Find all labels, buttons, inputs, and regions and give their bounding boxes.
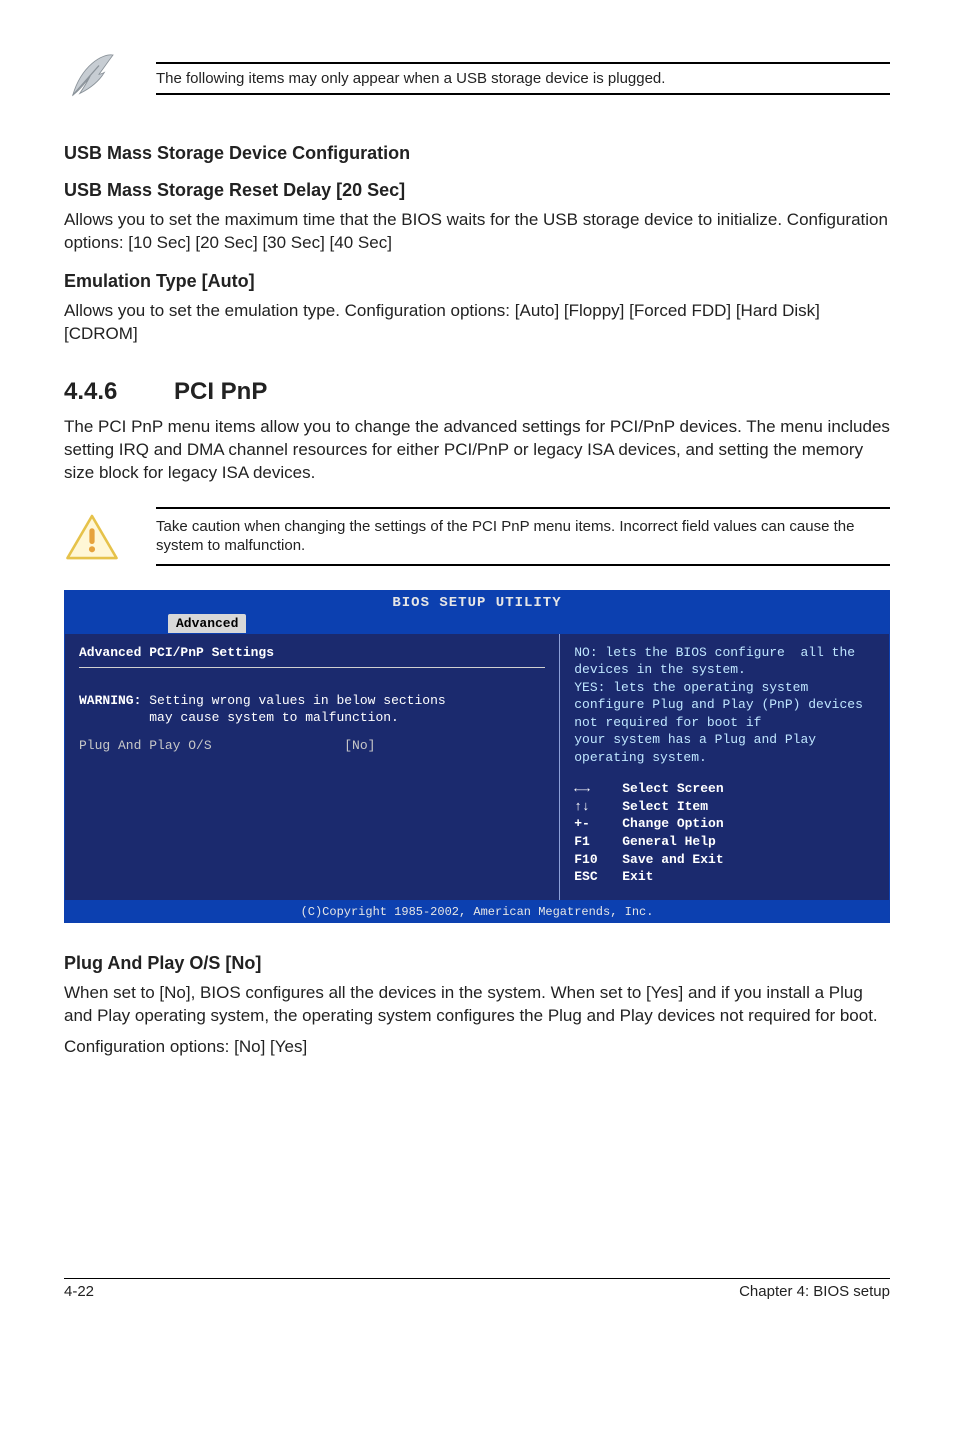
key-label: Change Option bbox=[622, 815, 723, 833]
bios-key-legend: ←→Select Screen ↑↓Select Item +-Change O… bbox=[574, 780, 875, 885]
usb-config-heading: USB Mass Storage Device Configuration bbox=[64, 143, 890, 164]
key-sym: ESC bbox=[574, 868, 622, 886]
key-sym: ↑↓ bbox=[574, 798, 622, 816]
bios-panel: BIOS SETUP UTILITY Advanced Advanced PCI… bbox=[64, 590, 890, 923]
note-block: The following items may only appear when… bbox=[64, 48, 890, 109]
bios-footer: (C)Copyright 1985-2002, American Megatre… bbox=[64, 901, 890, 923]
key-sym: ←→ bbox=[574, 780, 622, 798]
bios-warning-label: WARNING: bbox=[79, 693, 141, 708]
plugplay-heading: Plug And Play O/S [No] bbox=[64, 953, 890, 974]
note-text: The following items may only appear when… bbox=[156, 70, 890, 87]
bios-warning-line1: Setting wrong values in below sections bbox=[149, 693, 445, 708]
bios-main-pane: Advanced PCI/PnP Settings WARNING: Setti… bbox=[65, 634, 559, 900]
key-sym: F1 bbox=[574, 833, 622, 851]
bios-help-text: NO: lets the BIOS configure all the devi… bbox=[574, 644, 875, 767]
bios-help-pane: NO: lets the BIOS configure all the devi… bbox=[559, 634, 889, 900]
emulation-type-body: Allows you to set the emulation type. Co… bbox=[64, 300, 890, 346]
key-label: Select Item bbox=[622, 798, 708, 816]
usb-reset-delay-body: Allows you to set the maximum time that … bbox=[64, 209, 890, 255]
bios-option-row[interactable]: Plug And Play O/S [No] bbox=[79, 737, 545, 755]
bios-option-label: Plug And Play O/S bbox=[79, 738, 212, 753]
feather-icon bbox=[64, 48, 120, 104]
usb-reset-delay-heading: USB Mass Storage Reset Delay [20 Sec] bbox=[64, 180, 890, 201]
bios-left-title: Advanced PCI/PnP Settings bbox=[79, 644, 545, 662]
section-title: PCI PnP bbox=[174, 378, 267, 405]
section-heading: 4.4.6PCI PnP bbox=[64, 378, 890, 406]
bios-warning-line2: may cause system to malfunction. bbox=[149, 710, 399, 725]
key-label: Select Screen bbox=[622, 780, 723, 798]
section-number: 4.4.6 bbox=[64, 378, 174, 406]
section-intro: The PCI PnP menu items allow you to chan… bbox=[64, 416, 890, 485]
plugplay-body: When set to [No], BIOS configures all th… bbox=[64, 982, 890, 1028]
page-footer: 4-22 Chapter 4: BIOS setup bbox=[64, 1278, 890, 1300]
page-number: 4-22 bbox=[64, 1283, 739, 1300]
caution-text: Take caution when changing the settings … bbox=[156, 518, 854, 555]
bios-title: BIOS SETUP UTILITY bbox=[65, 591, 889, 615]
key-label: General Help bbox=[622, 833, 716, 851]
key-label: Exit bbox=[622, 868, 653, 886]
emulation-type-heading: Emulation Type [Auto] bbox=[64, 271, 890, 292]
chapter-label: Chapter 4: BIOS setup bbox=[739, 1283, 890, 1300]
plugplay-config-line: Configuration options: [No] [Yes] bbox=[64, 1036, 890, 1059]
bios-tab-advanced[interactable]: Advanced bbox=[168, 614, 246, 633]
caution-block: Take caution when changing the settings … bbox=[64, 507, 890, 568]
key-sym: +- bbox=[574, 815, 622, 833]
key-sym: F10 bbox=[574, 851, 622, 869]
caution-icon bbox=[64, 511, 120, 563]
bios-option-value: [No] bbox=[344, 738, 375, 753]
key-label: Save and Exit bbox=[622, 851, 723, 869]
